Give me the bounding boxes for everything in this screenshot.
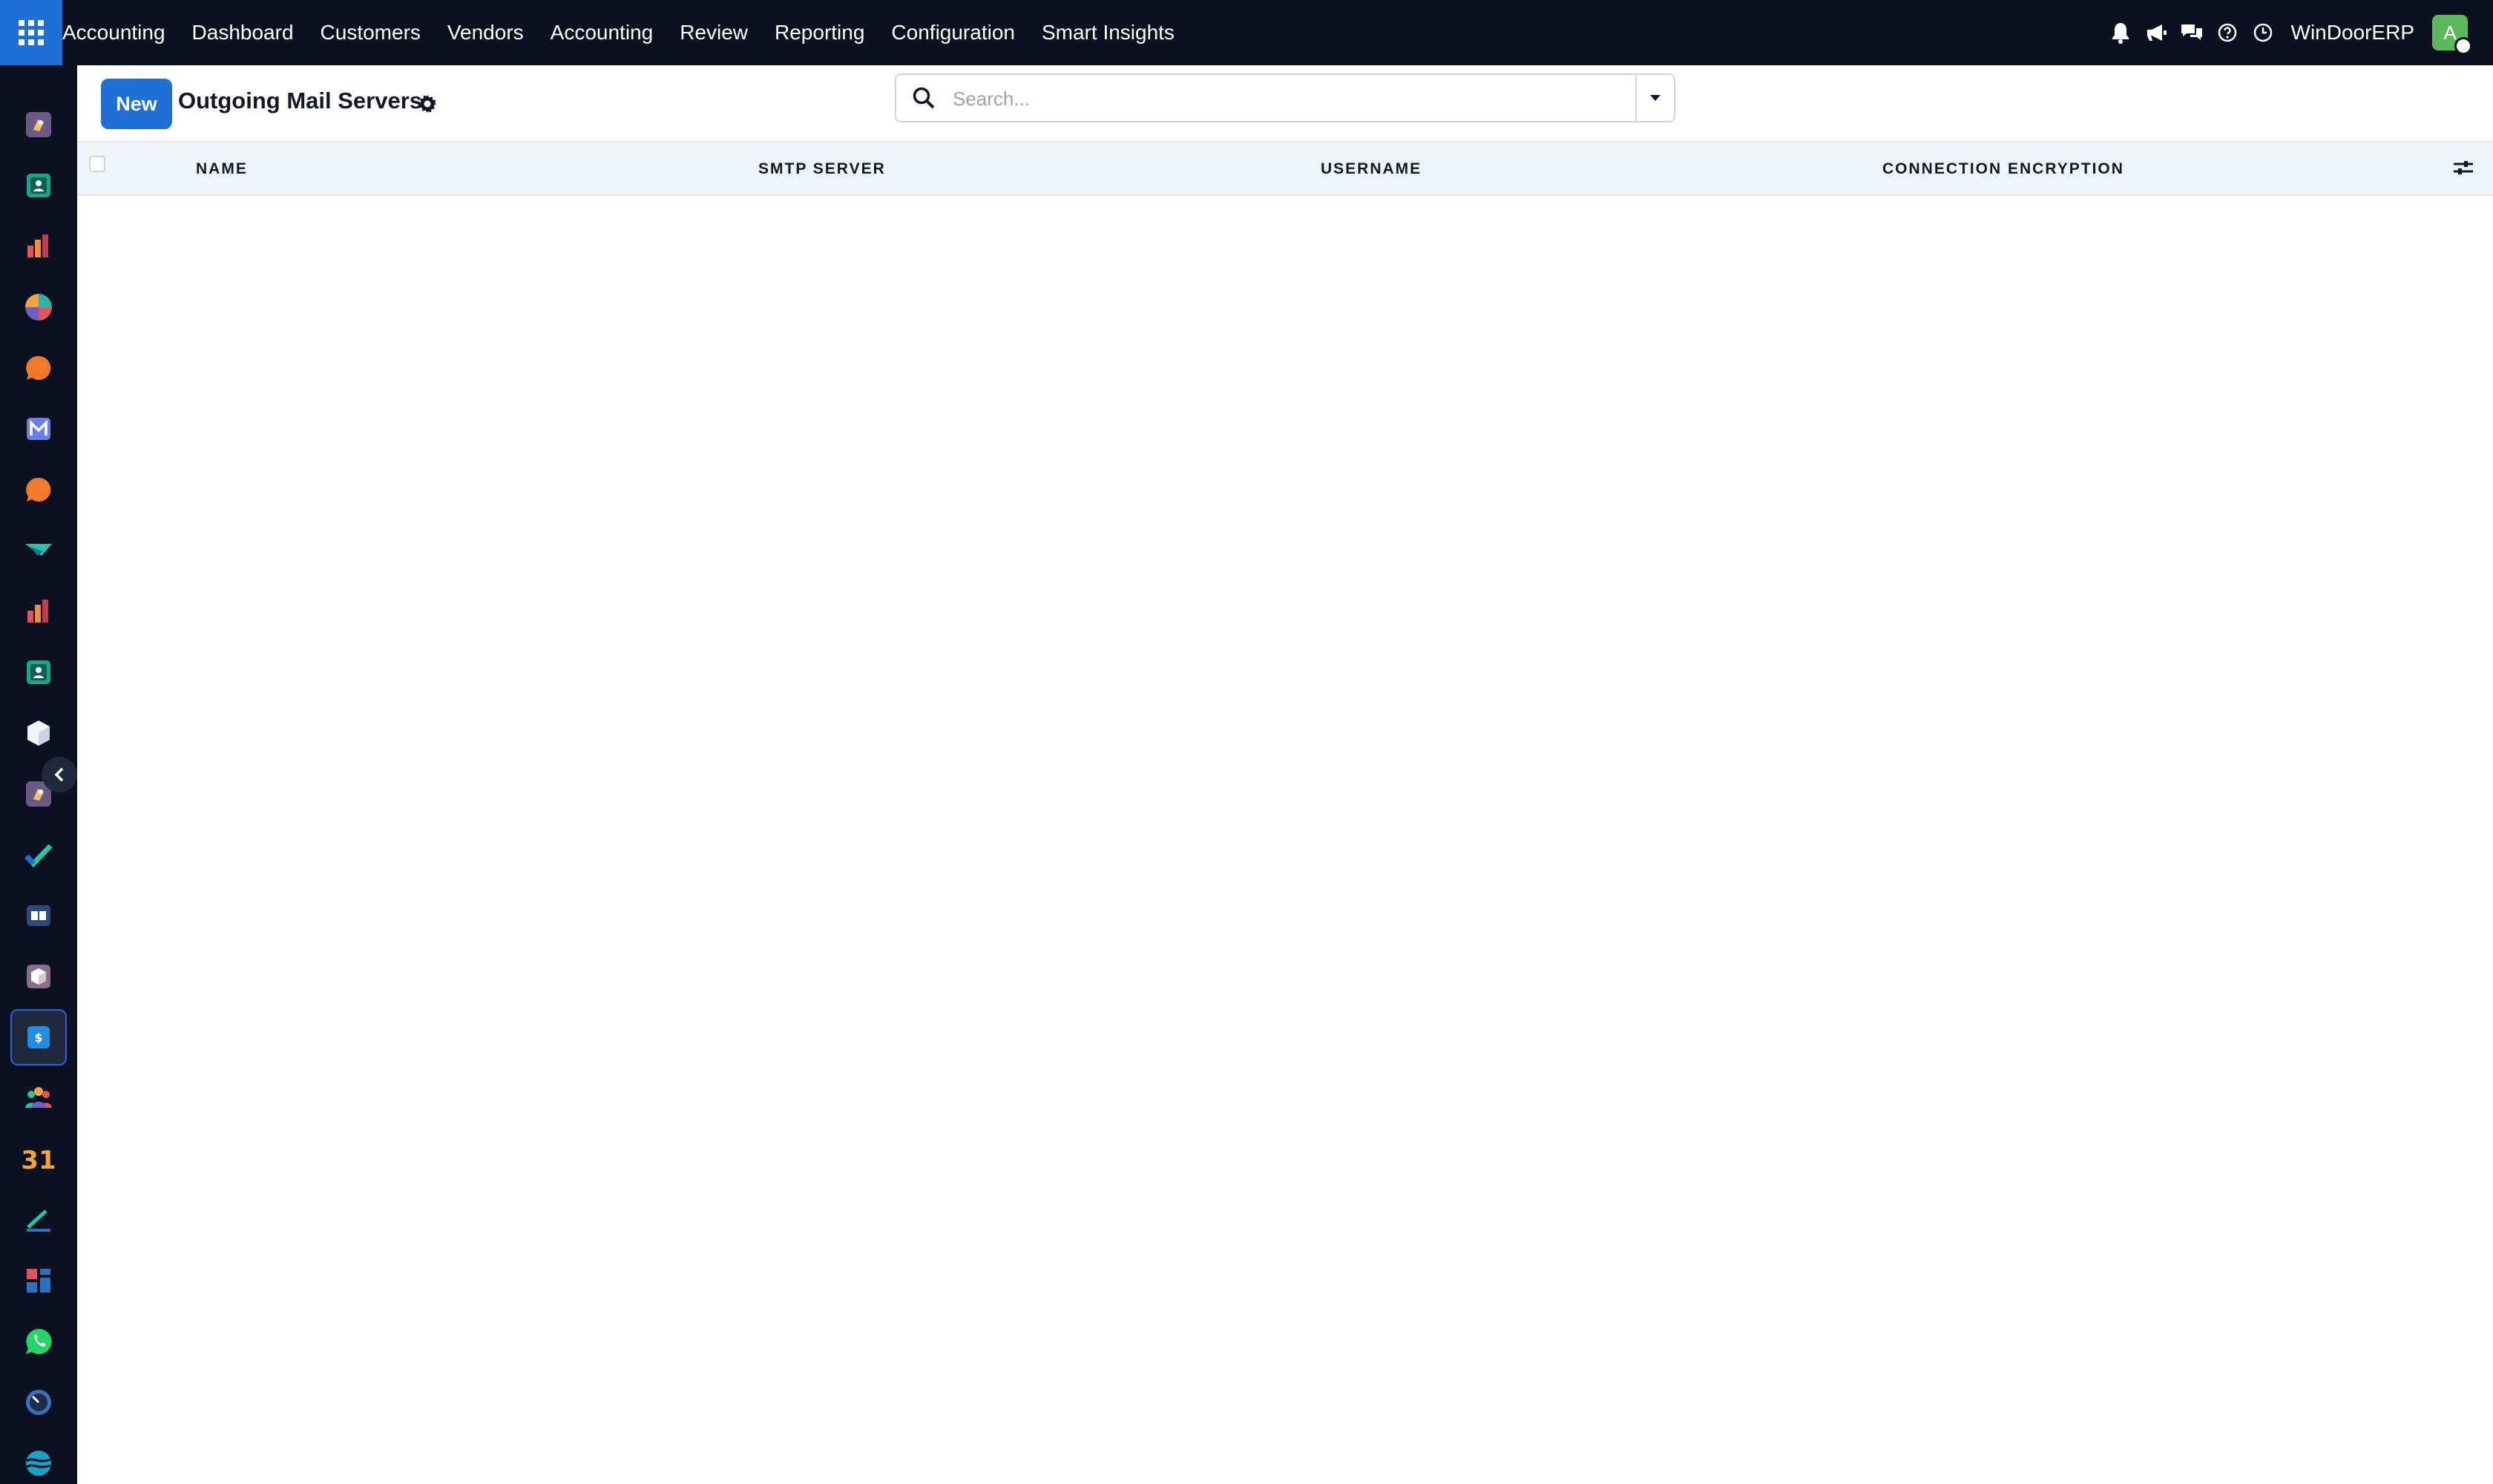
stats-app-icon[interactable] (10, 583, 67, 640)
avatar-initial: A (2443, 21, 2457, 44)
menu-item-reporting[interactable]: Reporting (775, 21, 864, 45)
menu-item-vendors[interactable]: Vendors (447, 21, 524, 45)
grid-icon (19, 20, 44, 45)
search-icon[interactable] (911, 85, 938, 112)
status-dot (2454, 37, 2472, 55)
column-header-connection-encryption[interactable]: CONNECTION ENCRYPTION (1882, 160, 2124, 178)
chat-icon[interactable] (2174, 0, 2210, 65)
discuss-alt-app-icon[interactable] (10, 462, 67, 518)
chart-app-icon[interactable] (10, 218, 67, 275)
control-panel: New Outgoing Mail Servers (77, 65, 2493, 142)
gear-icon[interactable] (413, 89, 442, 119)
megaphone-icon[interactable] (2138, 0, 2174, 65)
gauge-app-icon[interactable] (10, 1374, 67, 1431)
page-title: Outgoing Mail Servers (178, 88, 423, 114)
book-app-icon[interactable] (10, 887, 67, 944)
team-app-icon[interactable] (10, 1070, 67, 1126)
column-header-smtp-server[interactable]: SMTP SERVER (758, 160, 886, 178)
menu-item-smart-insights[interactable]: Smart Insights (1042, 21, 1175, 45)
menu-item-dashboard[interactable]: Dashboard (192, 21, 294, 45)
search-options-toggle[interactable] (1635, 75, 1674, 121)
svg-text:$: $ (34, 1031, 42, 1045)
menu-item-review[interactable]: Review (680, 21, 748, 45)
systray: WinDoorERP A (2103, 0, 2493, 65)
menu-item-accounting[interactable]: Accounting (551, 21, 654, 45)
main-menu: Dashboard Customers Vendors Accounting R… (192, 21, 1201, 45)
search-input[interactable] (953, 81, 1606, 116)
rocket-app-icon[interactable] (10, 96, 67, 153)
bell-icon[interactable] (2103, 0, 2138, 65)
whatsapp-app-icon[interactable] (10, 1313, 67, 1370)
column-header-username[interactable]: USERNAME (1321, 160, 1422, 178)
cube-app-icon[interactable] (10, 705, 67, 761)
list-table: NAME SMTP SERVER USERNAME CONNECTION ENC… (77, 142, 2493, 1484)
sign-app-icon[interactable] (10, 1192, 67, 1248)
mail-app-icon[interactable] (10, 401, 67, 457)
table-header: NAME SMTP SERVER USERNAME CONNECTION ENC… (77, 142, 2493, 196)
search-bar (895, 73, 1675, 122)
column-header-name[interactable]: NAME (196, 160, 248, 178)
app-name[interactable]: Accounting (62, 21, 165, 45)
avatar[interactable]: A (2432, 15, 2472, 55)
help-icon[interactable] (2210, 0, 2245, 65)
tick-app-icon[interactable] (10, 827, 67, 883)
menu-item-configuration[interactable]: Configuration (891, 21, 1015, 45)
wave-app-icon[interactable] (10, 1435, 67, 1484)
sidebar-collapse-button[interactable] (42, 757, 77, 792)
dashboard-app-icon[interactable] (10, 1252, 67, 1309)
new-button[interactable]: New (101, 79, 172, 129)
calendar-day: 31 (22, 1146, 55, 1174)
chevron-left-icon (54, 767, 64, 782)
pie-app-icon[interactable] (10, 279, 67, 335)
package-app-icon[interactable] (10, 948, 67, 1005)
optional-columns-icon[interactable] (2448, 153, 2478, 183)
check-app-icon[interactable] (10, 522, 67, 579)
contacts-app-icon[interactable] (10, 157, 67, 214)
menu-item-customers[interactable]: Customers (321, 21, 421, 45)
caret-down-icon (1650, 95, 1661, 101)
app-launcher-button[interactable] (0, 0, 62, 65)
select-all-checkbox[interactable] (89, 156, 105, 172)
top-navbar: Accounting Dashboard Customers Vendors A… (0, 0, 2493, 65)
clock-icon[interactable] (2245, 0, 2281, 65)
calendar-app-icon[interactable]: 31 (10, 1131, 67, 1187)
discuss-app-icon[interactable] (10, 340, 67, 396)
contacts-alt-app-icon[interactable] (10, 644, 67, 700)
company-name[interactable]: WinDoorERP (2291, 21, 2414, 45)
invoice-app-icon[interactable]: $ (10, 1009, 67, 1066)
